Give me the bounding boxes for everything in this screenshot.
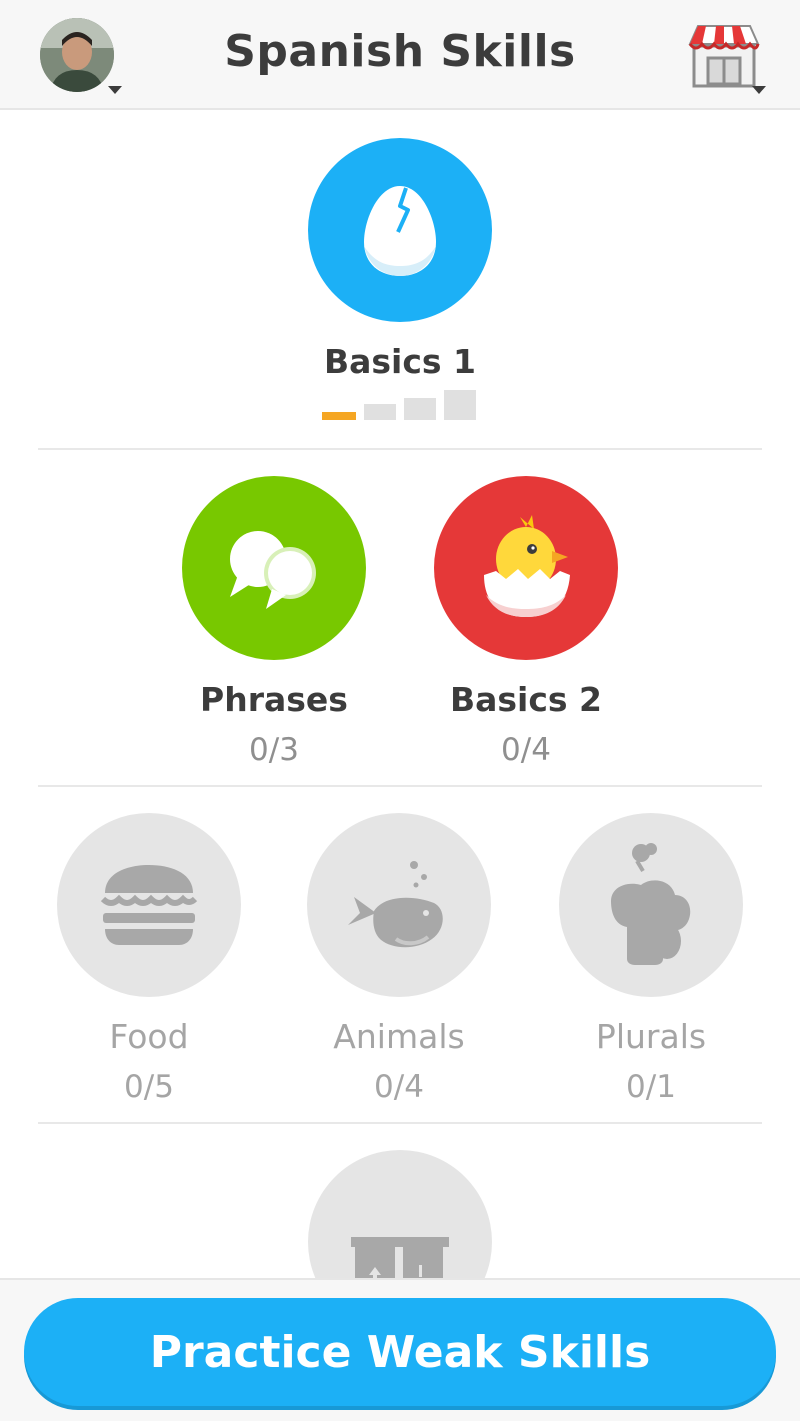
skill-animals-progress: 0/4 [374, 1069, 424, 1105]
strength-bar-2 [364, 404, 396, 420]
skill-plurals-progress: 0/1 [626, 1069, 676, 1105]
hatching-chick-icon [484, 515, 570, 617]
skill-basics-1[interactable]: Basics 1 [300, 138, 500, 382]
skill-basics-2[interactable]: Basics 2 0/4 [426, 476, 626, 770]
skill-food-name: Food [109, 1017, 189, 1056]
page-title: Spanish Skills [224, 26, 576, 77]
shop-icon[interactable] [686, 22, 762, 88]
skill-plurals-name: Plurals [595, 1017, 707, 1056]
skill-basics-2-circle[interactable] [434, 476, 618, 660]
row-divider [38, 1122, 762, 1124]
skill-basics-2-name: Basics 2 [449, 680, 603, 719]
skill-animals-name: Animals [333, 1017, 465, 1056]
skill-food[interactable]: Food 0/5 [49, 813, 249, 1107]
strength-meter [322, 390, 476, 420]
strength-bar-1 [322, 412, 356, 420]
skill-phrases[interactable]: Phrases 0/3 [174, 476, 374, 770]
row-divider [38, 785, 762, 787]
plurals-icon [611, 843, 691, 965]
skill-food-circle[interactable] [57, 813, 241, 997]
skill-phrases-name: Phrases [200, 680, 348, 719]
shop-dropdown-caret[interactable] [752, 86, 766, 94]
whale-icon [348, 861, 443, 948]
burger-icon [100, 865, 198, 945]
skill-basics-1-name: Basics 1 [323, 342, 477, 381]
skill-basics-2-progress: 0/4 [501, 732, 551, 768]
bottom-bar: Practice Weak Skills [0, 1278, 800, 1421]
skill-plurals[interactable]: Plurals 0/1 [551, 813, 751, 1107]
strength-bar-3 [404, 398, 436, 420]
strength-bar-4 [444, 390, 476, 420]
skill-phrases-progress: 0/3 [249, 732, 299, 768]
skill-animals[interactable]: Animals 0/4 [299, 813, 499, 1107]
skill-plurals-circle[interactable] [559, 813, 743, 997]
practice-weak-skills-button[interactable]: Practice Weak Skills [24, 1298, 776, 1406]
skill-phrases-circle[interactable] [182, 476, 366, 660]
cracked-egg-icon [364, 186, 436, 276]
skill-animals-circle[interactable] [307, 813, 491, 997]
skill-food-progress: 0/5 [124, 1069, 174, 1105]
speech-bubbles-icon [230, 531, 316, 609]
top-bar: Spanish Skills [0, 0, 800, 110]
avatar-dropdown-caret[interactable] [108, 86, 122, 94]
skill-basics-1-circle[interactable] [308, 138, 492, 322]
row-divider [38, 448, 762, 450]
